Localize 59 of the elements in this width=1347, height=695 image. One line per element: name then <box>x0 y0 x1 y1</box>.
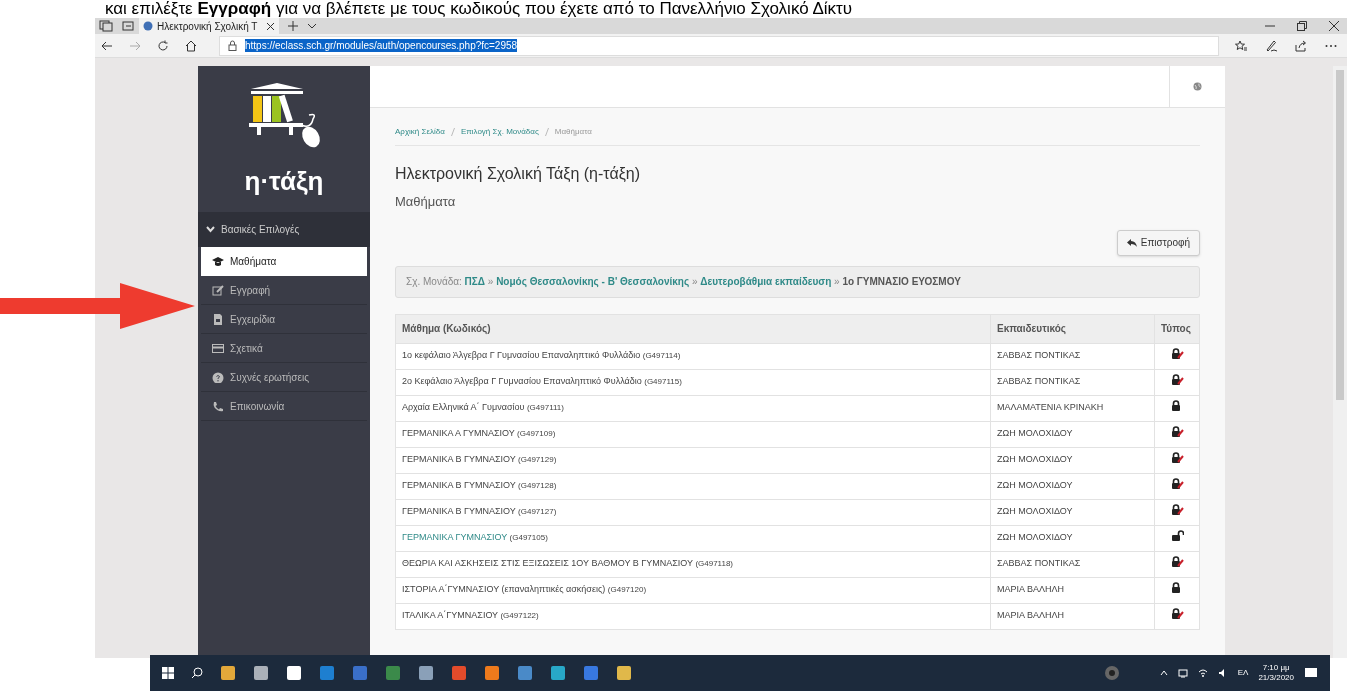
address-bar[interactable]: https://eclass.sch.gr/modules/auth/opencourses.php?fc=2958 <box>219 35 1219 56</box>
teacher-name: ΣΑΒΒΑΣ ΠΟΝΤΙΚΑΣ <box>997 350 1081 361</box>
teacher-name: ΖΩΗ ΜΟΛΟΧΙΔΟΥ <box>997 532 1073 543</box>
column-header: Τύπος <box>1154 314 1200 343</box>
teacher-name: ΜΑΛΑΜΑΤΕΝΙΑ ΚΡΙΝΑΚΗ <box>997 402 1104 413</box>
course-code: (G497122) <box>500 611 539 621</box>
course-code: (G497109) <box>517 429 556 439</box>
page-title: Ηλεκτρονική Σχολική Τάξη (η-τάξη) <box>395 164 642 184</box>
sidebar-item[interactable]: Επικοινωνία <box>201 392 367 421</box>
course-code: (G497114) <box>642 351 681 361</box>
back-button[interactable]: Επιστροφή <box>1116 229 1200 256</box>
page-subtitle: Μαθήματα <box>395 193 457 211</box>
course-name: Αρχαία Ελληνικά Α΄ Γυμνασίου <box>402 402 525 413</box>
course-link[interactable]: ΓΕΡΜΑΝΙΚΑ ΓΥΜΝΑΣΙΟΥ <box>402 532 508 543</box>
school-path: Σχ. Μονάδα: ΠΣΔ » Νομός Θεσσαλονίκης - Β' Θεσσαλονίκης » Δευτεροβάθμια εκπαίδευση » 1ο ΓΥΜΝΑΣΙΟ ΕΥΟΣΜΟΥ <box>406 275 961 289</box>
sidebar-item[interactable]: Συχνές ερωτήσεις <box>201 363 367 392</box>
teacher-name: ΖΩΗ ΜΟΛΟΧΙΔΟΥ <box>997 480 1073 491</box>
sidebar-item[interactable]: Εγχειρίδια <box>201 305 367 334</box>
course-name: ΓΕΡΜΑΝΙΚΑ Α ΓΥΜΝΑΣΙΟΥ <box>402 428 515 439</box>
teacher-name: ΖΩΗ ΜΟΛΟΧΙΔΟΥ <box>997 454 1073 465</box>
course-name: ΓΕΡΜΑΝΙΚΑ Β ΓΥΜΝΑΣΙΟΥ <box>402 480 516 491</box>
column-header: Μάθημα (Κωδικός) <box>395 314 991 343</box>
course-code: (G497120) <box>607 585 647 595</box>
course-name: 2ο Κεφάλαιο Άλγεβρα Γ Γυμνασίου Επαναληπτικό Φυλλάδιο <box>402 376 642 387</box>
course-code: (G497115) <box>644 377 682 387</box>
sidebar-item[interactable]: Εγγραφή <box>201 276 367 305</box>
course-code: (G497118) <box>695 559 734 569</box>
clock-time: 7:10 μμ <box>1262 663 1290 673</box>
document-text: και επιλέξτε Εγγραφή για να βλέπετε με τους κωδικούς που έχετε από το Πανελλήνιο Σχολικό Δίκτυ <box>105 0 853 18</box>
sidebar-item[interactable]: Μαθήματα <box>201 247 367 276</box>
teacher-name: ΖΩΗ ΜΟΛΟΧΙΔΟΥ <box>997 506 1073 517</box>
breadcrumb-link[interactable]: Επιλογή Σχ. Μονάδας <box>460 125 539 138</box>
url-text: https://eclass.sch.gr/modules/auth/opencourses.php?fc=2958 <box>245 39 518 52</box>
tab-title: Ηλεκτρονική Σχολική Τ <box>157 19 258 34</box>
course-code: (G497111) <box>526 403 564 413</box>
course-code: (G497105) <box>509 533 548 543</box>
course-name: ΙΣΤΟΡΙΑ Α΄ΓΥΜΝΑΣΙΟΥ (επαναληπτικές ασκήσεις) <box>402 584 606 595</box>
teacher-name: ΖΩΗ ΜΟΛΟΧΙΔΟΥ <box>997 428 1073 439</box>
teacher-name: ΜΑΡΙΑ ΒΑΛΗΛΗ <box>997 584 1065 595</box>
course-name: ΙΤΑΛΙΚΑ Α΄ΓΥΜΝΑΣΙΟΥ <box>402 610 498 621</box>
language-indicator: ΕΛ <box>1237 667 1249 679</box>
course-name: ΓΕΡΜΑΝΙΚΑ Β ΓΥΜΝΑΣΙΟΥ <box>402 506 516 517</box>
clock-date: 21/3/2020 <box>1258 673 1294 683</box>
breadcrumb-current: Μαθήματα <box>554 125 592 138</box>
course-name: ΘΕΩΡΙΑ ΚΑΙ ΑΣΚΗΣΕΙΣ ΣΤΙΣ ΕΞΙΣΩΣΕΙΣ 1ΟΥ ΒΑΘΜΟΥ Β ΓΥΜΝΑΣΙΟΥ <box>402 558 693 569</box>
sidebar-item[interactable]: Σχετικά <box>201 334 367 363</box>
course-code: (G497128) <box>518 481 557 491</box>
course-code: (G497127) <box>518 507 557 517</box>
column-header: Εκπαιδευτικός <box>990 314 1155 343</box>
section-header[interactable]: Βασικές Επιλογές <box>198 212 370 247</box>
course-name: 1ο κεφάλαιο Άλγεβρα Γ Γυμνασίου Επαναληπτικό Φυλλάδιο <box>402 350 641 361</box>
logo-text: η·τάξη <box>244 167 324 195</box>
breadcrumb-link[interactable]: Αρχική Σελίδα <box>395 125 445 138</box>
teacher-name: ΣΑΒΒΑΣ ΠΟΝΤΙΚΑΣ <box>997 376 1081 387</box>
course-name: ΓΕΡΜΑΝΙΚΑ Β ΓΥΜΝΑΣΙΟΥ <box>402 454 516 465</box>
course-code: (G497129) <box>518 455 557 465</box>
browser-tab[interactable]: Ηλεκτρονική Σχολική Τ <box>139 18 279 34</box>
teacher-name: ΜΑΡΙΑ ΒΑΛΗΛΗ <box>997 610 1065 621</box>
teacher-name: ΣΑΒΒΑΣ ΠΟΝΤΙΚΑΣ <box>997 558 1081 569</box>
